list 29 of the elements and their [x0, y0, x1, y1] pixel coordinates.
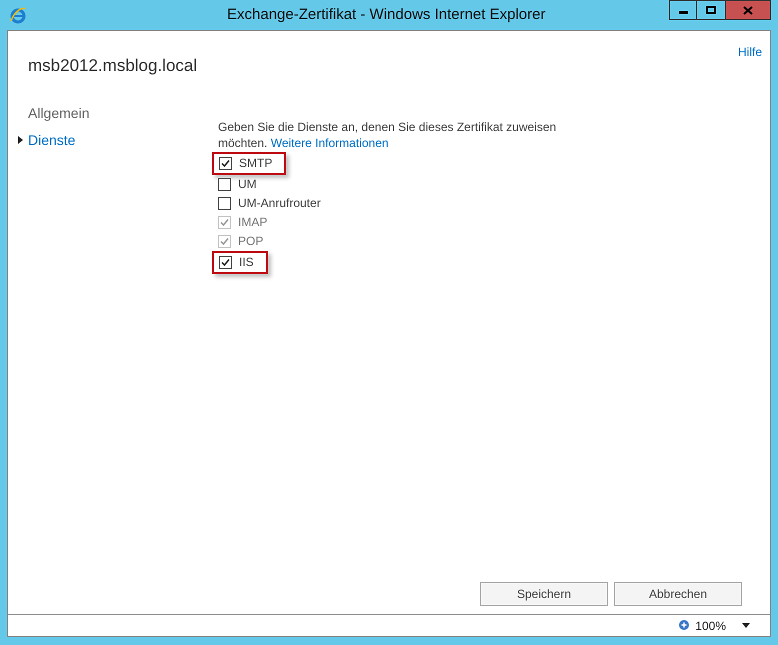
close-button[interactable]	[725, 0, 771, 20]
minimize-icon	[678, 10, 688, 14]
checkbox-label: UM	[238, 176, 257, 193]
arrow-icon	[18, 136, 23, 144]
checkbox[interactable]	[219, 256, 232, 268]
checkbox-label: SMTP	[239, 155, 272, 172]
checkbox-label: IIS	[239, 254, 254, 271]
zoom-level: 100%	[695, 618, 726, 634]
checkbox-label: POP	[238, 233, 264, 250]
checkbox-label: IMAP	[238, 214, 268, 231]
window-title: Exchange-Zertifikat - Windows Internet Explorer	[227, 4, 546, 25]
dialog-button[interactable]: Abbrechen	[614, 582, 742, 606]
checkbox-label: UM-Anrufrouter	[238, 195, 321, 212]
checkbox[interactable]	[219, 156, 232, 170]
maximize-icon	[706, 6, 716, 14]
zoom-icon	[678, 619, 692, 632]
nav-item[interactable]: Allgemein	[18, 102, 90, 124]
checkbox[interactable]	[218, 196, 231, 210]
dropdown-caret-icon[interactable]	[742, 623, 750, 628]
instruction-text: Geben Sie die Dienste an, denen Sie dieses Zertifikat zuweisen möchten. Weitere Informationen	[218, 118, 558, 150]
dialog-button[interactable]: Speichern	[480, 582, 608, 606]
minimize-button[interactable]	[669, 0, 697, 20]
browser-logo-icon	[9, 6, 27, 24]
server-name: msb2012.msblog.local	[28, 55, 198, 77]
checkbox[interactable]	[218, 178, 231, 190]
help-link[interactable]: Hilfe	[738, 43, 762, 61]
nav-item[interactable]: Dienste	[18, 130, 76, 150]
more-info-link[interactable]: Weitere Informationen	[270, 136, 389, 150]
close-icon	[743, 6, 753, 14]
